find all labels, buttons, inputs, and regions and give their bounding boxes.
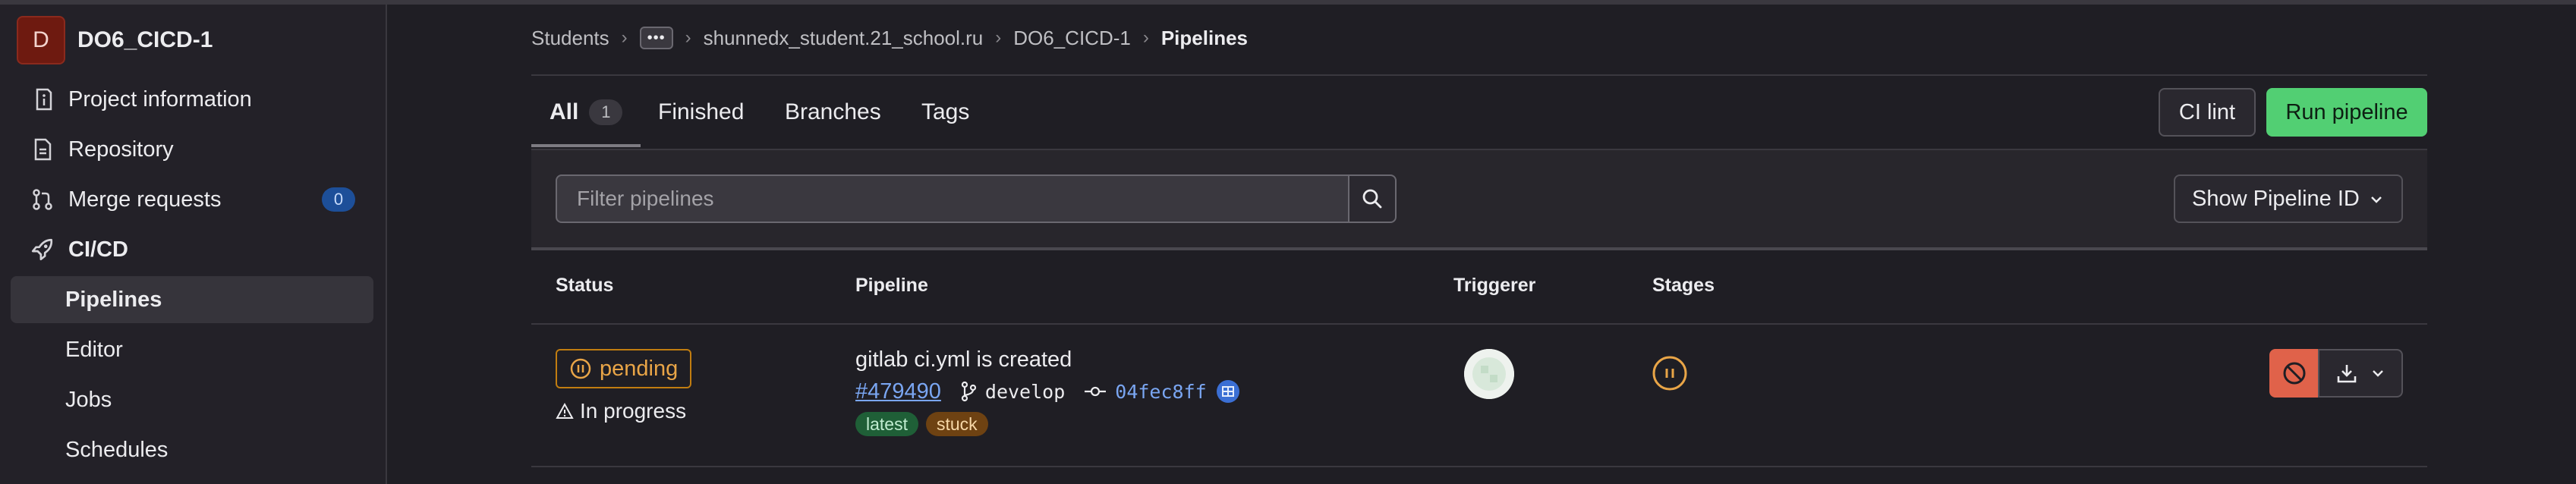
tab-label: All xyxy=(550,99,579,124)
pipeline-commit-sha[interactable]: 04fec8ff xyxy=(1115,381,1206,403)
latest-badge: latest xyxy=(855,412,918,436)
ci-lint-button[interactable]: CI lint xyxy=(2159,88,2256,137)
chevron-right-icon: › xyxy=(1142,27,1149,48)
divider xyxy=(531,149,2427,150)
sidebar-item-project-information[interactable]: Project information xyxy=(11,76,373,123)
sidebar-item-repository[interactable]: Repository xyxy=(11,126,373,173)
rocket-icon xyxy=(27,234,58,265)
cancel-pipeline-button[interactable] xyxy=(2269,349,2319,398)
branch-icon xyxy=(961,381,977,402)
tab-all[interactable]: All 1 xyxy=(550,97,623,127)
pipeline-badges: latest stuck xyxy=(855,412,996,436)
search-icon xyxy=(1362,189,1382,209)
status-detail-text: In progress xyxy=(580,399,687,423)
sidebar-item-label: CI/CD xyxy=(68,237,128,262)
sidebar-item-label: Merge requests xyxy=(68,187,222,212)
merge-request-icon xyxy=(27,184,58,215)
show-pipeline-id-dropdown[interactable]: Show Pipeline ID xyxy=(2174,174,2403,223)
dropdown-label: Show Pipeline ID xyxy=(2192,186,2360,211)
chevron-right-icon: › xyxy=(995,27,1002,48)
tab-label: Branches xyxy=(785,99,881,124)
column-header-triggerer: Triggerer xyxy=(1453,275,1536,296)
sidebar-item-label: Repository xyxy=(68,137,174,162)
sidebar-item-schedules[interactable]: Schedules xyxy=(11,426,373,473)
tab-label: Tags xyxy=(921,99,970,124)
sidebar-item-merge-requests[interactable]: Merge requests 0 xyxy=(11,176,373,223)
chevron-right-icon: › xyxy=(685,27,691,48)
breadcrumb-item-project[interactable]: DO6_CICD-1 xyxy=(1013,27,1131,50)
project-avatar: D xyxy=(17,16,65,64)
project-name: DO6_CICD-1 xyxy=(77,27,213,52)
column-header-pipeline: Pipeline xyxy=(855,275,928,296)
pipeline-branch[interactable]: develop xyxy=(985,381,1065,403)
merge-requests-count-badge: 0 xyxy=(322,187,355,212)
run-pipeline-button[interactable]: Run pipeline xyxy=(2266,88,2427,137)
pause-icon xyxy=(570,358,591,379)
divider xyxy=(531,466,2427,467)
column-header-status: Status xyxy=(556,275,614,296)
sidebar: D DO6_CICD-1 Project information Reposit… xyxy=(0,5,387,484)
pipeline-meta: #479490 develop 04fec8ff xyxy=(855,378,1240,405)
breadcrumb-item-namespace[interactable]: shunnedx_student.21_school.ru xyxy=(704,27,984,50)
info-document-icon xyxy=(27,84,58,115)
commit-author-avatar[interactable] xyxy=(1216,379,1240,404)
sidebar-item-label: Project information xyxy=(68,86,252,112)
breadcrumb-current[interactable]: Pipelines xyxy=(1161,27,1248,50)
breadcrumb-item-students[interactable]: Students xyxy=(531,27,609,50)
sidebar-item-jobs[interactable]: Jobs xyxy=(11,376,373,423)
tab-branches[interactable]: Branches xyxy=(785,97,881,127)
pipeline-id-link[interactable]: #479490 xyxy=(855,379,941,404)
sidebar-item-label: Jobs xyxy=(65,387,112,412)
sidebar-item-cicd[interactable]: CI/CD xyxy=(11,226,373,273)
breadcrumb: Students › ••• › shunnedx_student.21_sch… xyxy=(531,23,1248,53)
stage-pending-icon[interactable] xyxy=(1652,355,1688,391)
status-label: pending xyxy=(600,356,679,381)
tab-count-badge: 1 xyxy=(589,99,623,125)
triggerer-avatar[interactable] xyxy=(1464,349,1514,399)
sidebar-item-editor[interactable]: Editor xyxy=(11,326,373,373)
sidebar-item-pipelines[interactable]: Pipelines xyxy=(11,276,373,323)
stuck-badge: stuck xyxy=(925,412,988,436)
column-header-stages: Stages xyxy=(1652,275,1715,296)
chevron-down-icon xyxy=(2373,370,2383,377)
chevron-down-icon xyxy=(2371,196,2382,203)
cancel-icon xyxy=(2283,362,2306,385)
search-button[interactable] xyxy=(1348,174,1397,223)
sidebar-item-label: Schedules xyxy=(65,437,168,462)
filter-pipelines-input[interactable]: Filter pipelines xyxy=(556,174,1349,223)
project-header[interactable]: D DO6_CICD-1 xyxy=(17,15,213,65)
status-badge[interactable]: pending xyxy=(556,349,692,388)
divider xyxy=(531,74,2427,76)
tab-tags[interactable]: Tags xyxy=(921,97,969,127)
active-tab-indicator xyxy=(531,144,641,147)
tab-label: Finished xyxy=(658,99,745,124)
breadcrumb-ellipsis-button[interactable]: ••• xyxy=(639,27,673,49)
divider xyxy=(531,247,2427,250)
document-icon xyxy=(27,134,58,165)
sidebar-item-label: Editor xyxy=(65,337,123,362)
download-artifacts-dropdown[interactable] xyxy=(2318,349,2403,398)
warning-icon xyxy=(556,402,574,419)
commit-icon xyxy=(1085,386,1107,397)
status-detail: In progress xyxy=(556,399,686,423)
tab-finished[interactable]: Finished xyxy=(658,97,744,127)
chevron-right-icon: › xyxy=(621,27,628,48)
download-icon xyxy=(2337,365,2357,383)
pipeline-commit-title[interactable]: gitlab ci.yml is created xyxy=(855,347,1072,372)
sidebar-item-label: Pipelines xyxy=(65,287,162,312)
